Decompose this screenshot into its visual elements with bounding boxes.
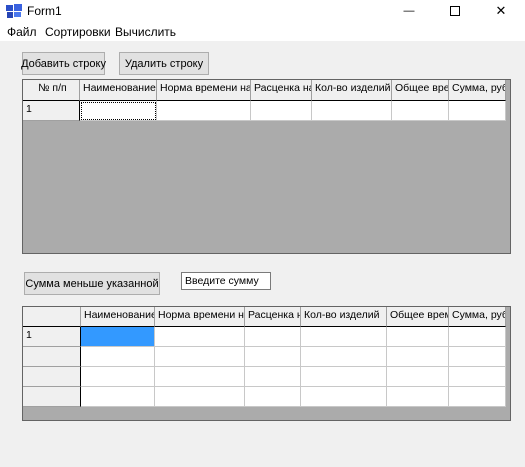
products-grid[interactable]: № п/пНаименование изделияНорма времени н… (22, 79, 511, 254)
title-bar[interactable]: Form1 — ✕ (0, 0, 525, 22)
grid1-column-header[interactable]: Сумма, руб. (449, 80, 506, 101)
grid2-cell[interactable] (387, 327, 449, 347)
maximize-button[interactable] (432, 0, 478, 22)
minimize-icon: — (403, 5, 415, 17)
grid2-cell[interactable] (301, 367, 387, 387)
grid2-row-header[interactable]: 1 (23, 327, 81, 347)
grid2-cell[interactable] (245, 367, 301, 387)
close-icon: ✕ (495, 3, 507, 18)
grid2-cell[interactable] (449, 347, 506, 367)
sum-input[interactable]: Введите сумму (181, 272, 271, 290)
grid2-row-header[interactable] (23, 367, 81, 387)
grid2-cell[interactable] (245, 387, 301, 407)
grid2-column-header[interactable]: Кол-во изделий (301, 307, 387, 327)
grid1-cell[interactable] (157, 101, 251, 121)
minimize-button[interactable]: — (386, 0, 432, 22)
grid2-column-header[interactable]: Расценка на изделие (245, 307, 301, 327)
grid2-cell[interactable] (81, 367, 155, 387)
grid2-cell[interactable] (449, 327, 506, 347)
menu-bar: Файл Сортировки Вычислить (0, 22, 525, 41)
menu-calculate[interactable]: Вычислить (115, 25, 176, 39)
grid2-cell[interactable] (81, 327, 155, 347)
grid1-column-header[interactable]: Кол-во изделий (312, 80, 392, 101)
grid2-cell[interactable] (155, 387, 245, 407)
grid1-cell[interactable] (251, 101, 312, 121)
grid1-column-header[interactable]: Норма времени на 1 изделие (157, 80, 251, 101)
grid2-cell[interactable] (301, 347, 387, 367)
grid2-column-header[interactable]: Общее время (387, 307, 449, 327)
grid2-row-header[interactable] (23, 387, 81, 407)
window-title: Form1 (27, 4, 62, 18)
grid2-cell[interactable] (81, 387, 155, 407)
menu-file[interactable]: Файл (7, 25, 37, 39)
add-row-button[interactable]: Добавить строку (21, 52, 106, 75)
grid2-cell[interactable] (449, 387, 506, 407)
grid1-cell[interactable] (312, 101, 392, 121)
app-icon (6, 4, 22, 18)
grid1-cell[interactable] (80, 101, 157, 121)
grid1-column-header[interactable]: Расценка на изделие (251, 80, 312, 101)
menu-sorting[interactable]: Сортировки (45, 25, 111, 39)
delete-row-button[interactable]: Удалить строку (119, 52, 209, 75)
grid1-cell[interactable] (392, 101, 449, 121)
grid1-row-header[interactable]: 1 (23, 101, 80, 121)
filtered-grid[interactable]: Наименование изделияНорма времени на 1 и… (22, 306, 511, 421)
grid1-corner-header[interactable]: № п/п (23, 80, 80, 101)
grid2-row-header[interactable] (23, 347, 81, 367)
grid2-column-header[interactable]: Сумма, руб. (449, 307, 506, 327)
maximize-icon (450, 6, 460, 16)
grid1-column-header[interactable]: Общее время (392, 80, 449, 101)
close-button[interactable]: ✕ (478, 0, 524, 22)
grid2-cell[interactable] (387, 387, 449, 407)
grid2-cell[interactable] (155, 327, 245, 347)
grid2-cell[interactable] (245, 347, 301, 367)
grid1-column-header[interactable]: Наименование изделия (80, 80, 157, 101)
grid1-cell[interactable] (449, 101, 506, 121)
grid2-cell[interactable] (245, 327, 301, 347)
grid2-cell[interactable] (449, 367, 506, 387)
grid2-table: Наименование изделияНорма времени на 1 и… (23, 307, 506, 407)
grid1-table: № п/пНаименование изделияНорма времени н… (23, 80, 506, 121)
sum-less-button[interactable]: Сумма меньше указанной (24, 272, 160, 295)
grid2-cell[interactable] (387, 347, 449, 367)
grid2-cell[interactable] (155, 347, 245, 367)
grid2-cell[interactable] (81, 347, 155, 367)
grid2-cell[interactable] (387, 367, 449, 387)
grid2-corner-header[interactable] (23, 307, 81, 327)
grid2-cell[interactable] (301, 387, 387, 407)
grid2-cell[interactable] (301, 327, 387, 347)
grid2-cell[interactable] (155, 367, 245, 387)
grid2-column-header[interactable]: Наименование изделия (81, 307, 155, 327)
grid2-column-header[interactable]: Норма времени на 1 изделие (155, 307, 245, 327)
